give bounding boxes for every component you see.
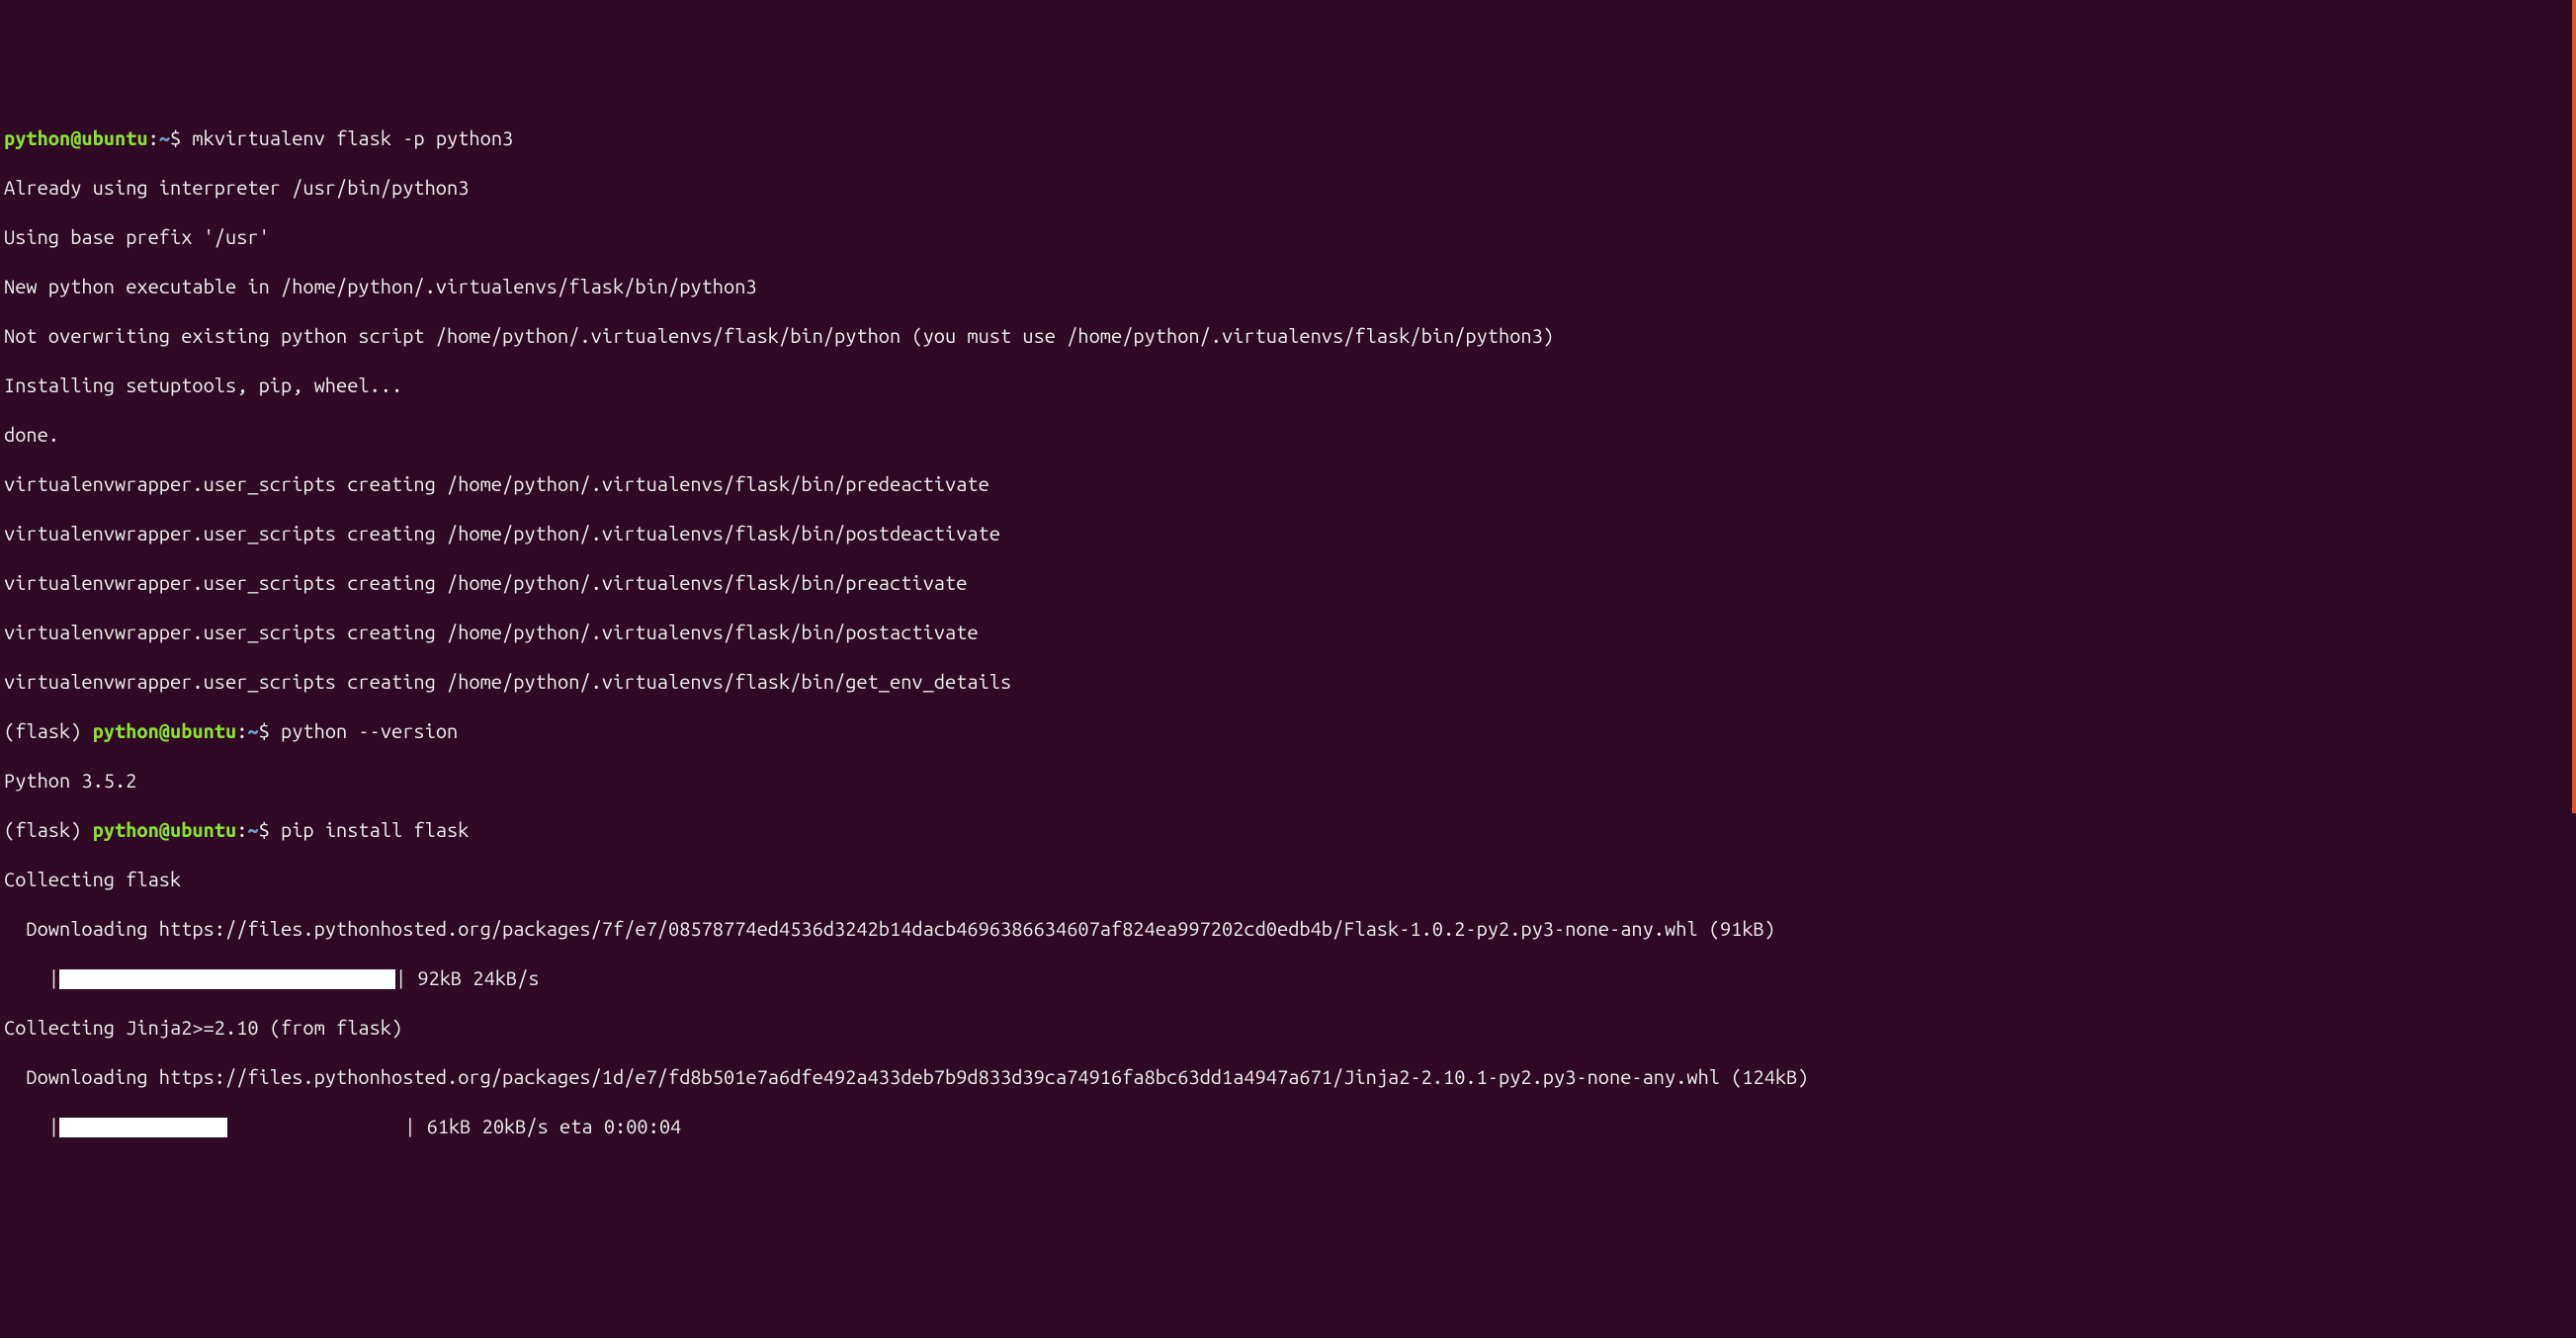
prompt-sep: : — [148, 126, 159, 149]
output-line: Collecting flask — [4, 867, 2572, 891]
command-text: mkvirtualenv flask -p python3 — [192, 126, 513, 149]
progress-suffix: | 92kB 24kB/s — [395, 966, 551, 989]
output-line: virtualenvwrapper.user_scripts creating … — [4, 471, 2572, 496]
venv-name: (flask) — [4, 818, 93, 841]
progress-suffix: | 61kB 20kB/s eta 0:00:04 — [404, 1115, 681, 1137]
output-line: virtualenvwrapper.user_scripts creating … — [4, 669, 2572, 694]
output-line: Already using interpreter /usr/bin/pytho… — [4, 175, 2572, 200]
terminal-output[interactable]: python@ubuntu:~$ mkvirtualenv flask -p p… — [4, 101, 2572, 1163]
output-line: done. — [4, 422, 2572, 447]
prompt-dollar: $ — [259, 818, 281, 841]
progress-line-2: | | 61kB 20kB/s eta 0:00:04 — [4, 1114, 2572, 1138]
command-text: python --version — [281, 719, 458, 742]
prompt-sep: : — [236, 719, 247, 742]
venv-name: (flask) — [4, 719, 93, 742]
output-line: virtualenvwrapper.user_scripts creating … — [4, 620, 2572, 644]
progress-gap — [227, 1115, 404, 1137]
output-line: Python 3.5.2 — [4, 768, 2572, 793]
command-text: pip install flask — [281, 818, 469, 841]
output-line: Downloading https://files.pythonhosted.o… — [4, 916, 2572, 941]
output-line: Using base prefix '/usr' — [4, 224, 2572, 249]
prompt-path: ~ — [247, 719, 258, 742]
prompt-line-3: (flask) python@ubuntu:~$ pip install fla… — [4, 817, 2572, 842]
output-line: Not overwriting existing python script /… — [4, 323, 2572, 348]
output-line: virtualenvwrapper.user_scripts creating … — [4, 521, 2572, 545]
prompt-user: python@ubuntu — [93, 818, 237, 841]
output-line: virtualenvwrapper.user_scripts creating … — [4, 570, 2572, 595]
prompt-dollar: $ — [170, 126, 192, 149]
window-edge-highlight — [2572, 0, 2576, 813]
progress-bar-full — [59, 969, 395, 989]
prompt-user: python@ubuntu — [4, 126, 148, 149]
progress-bar-partial — [59, 1118, 227, 1137]
output-line: New python executable in /home/python/.v… — [4, 274, 2572, 298]
prompt-dollar: $ — [259, 719, 281, 742]
progress-prefix: | — [4, 1115, 59, 1137]
prompt-user: python@ubuntu — [93, 719, 237, 742]
output-line: Collecting Jinja2>=2.10 (from flask) — [4, 1015, 2572, 1040]
prompt-path: ~ — [247, 818, 258, 841]
progress-prefix: | — [4, 966, 59, 989]
output-line: Installing setuptools, pip, wheel... — [4, 373, 2572, 397]
prompt-line-2: (flask) python@ubuntu:~$ python --versio… — [4, 718, 2572, 743]
prompt-line-1: python@ubuntu:~$ mkvirtualenv flask -p p… — [4, 125, 2572, 150]
prompt-sep: : — [236, 818, 247, 841]
prompt-path: ~ — [159, 126, 170, 149]
progress-line-1: | | 92kB 24kB/s — [4, 965, 2572, 990]
output-line: Downloading https://files.pythonhosted.o… — [4, 1064, 2572, 1089]
